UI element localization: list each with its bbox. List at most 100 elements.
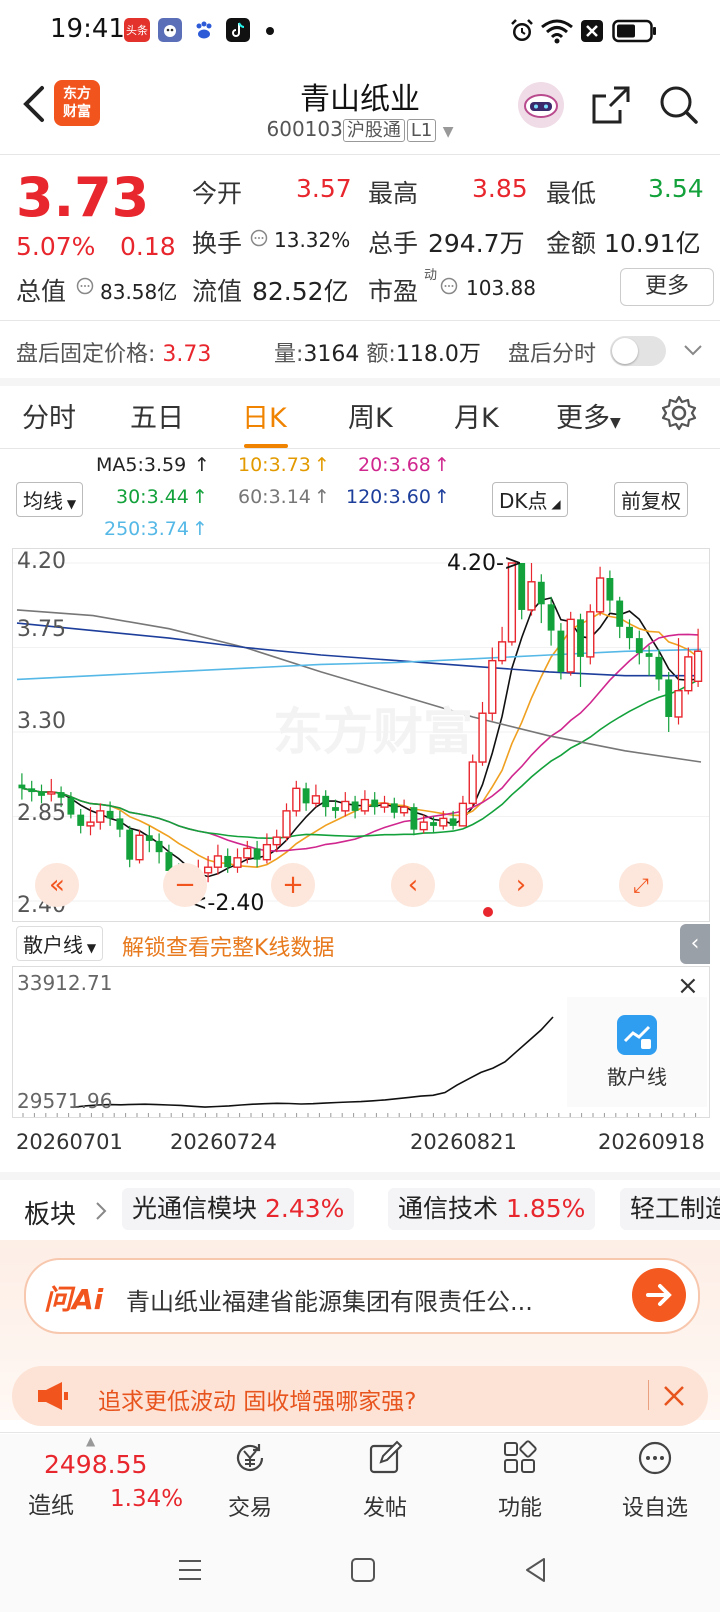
adjust-button[interactable]: 前复权 [614,482,688,517]
sector-pct: 2.43% [264,1194,345,1223]
turnover-label: 换手 [192,229,243,258]
ai-input-bar[interactable]: 问Ai 青山纸业福建省能源集团有限责任公... [24,1258,700,1334]
ai-robot-icon[interactable] [518,82,564,128]
tab-daily-k[interactable]: 日K [242,396,287,435]
ma120-line [16,622,701,677]
afterhours-toggle[interactable] [610,336,666,366]
y-tick-1: 3.75 [17,617,66,642]
system-menu-icon[interactable] [176,1556,204,1584]
system-home-icon[interactable] [350,1556,376,1584]
info-dots-icon[interactable] [76,277,94,295]
close-icon[interactable] [662,1384,686,1408]
tab-five-day[interactable]: 五日 [130,396,184,435]
baidu-icon [192,18,216,42]
more-button[interactable]: 更多 [620,268,714,306]
tab-monthly-k[interactable]: 月K [454,396,499,435]
fullscreen-icon[interactable]: ⤢ [619,863,663,907]
y-tick-2: 3.30 [17,709,66,734]
kline-svg: 东方财富 [13,562,709,902]
sector-pct: 1.85% [505,1194,586,1223]
candle-body [586,611,595,658]
share-icon[interactable] [590,84,632,126]
candle-body [577,619,584,657]
current-price: 3.73 [16,166,150,229]
indicator-select-label: 均线 [23,489,63,513]
sector-name: 光通信模块 [132,1194,258,1223]
more-dots-icon [638,1441,672,1475]
unlock-kline-link[interactable]: 解锁查看完整K线数据 [122,930,334,962]
afterhours-vol: 3164 [303,342,360,367]
sub-y-tick-0: 33912.71 [17,971,113,995]
candle-body [527,581,536,611]
event-dot-icon[interactable] [483,907,493,917]
system-back-icon[interactable] [522,1556,550,1584]
info-dots-icon[interactable] [440,277,458,295]
tab-intraday[interactable]: 分时 [22,396,76,435]
search-icon[interactable] [658,84,700,126]
afterhours-amt: 118.0万 [395,342,481,367]
candle-body [390,803,398,813]
candle-body [292,787,301,812]
chevron-down-icon[interactable] [682,342,704,358]
candle-body [380,802,389,808]
ma120-arrow-icon: ↑ [434,486,450,508]
step-right-icon[interactable]: › [499,863,543,907]
stock-code: 600103 [266,117,343,141]
retail-line-select-label: 散户线 [23,933,83,957]
sector-item[interactable]: 通信技术 1.85% [388,1188,596,1230]
ma120-label: 120:3.60 [346,486,431,508]
mktcap-label: 总值 [16,277,67,306]
x-label-2: 20260821 [410,1130,517,1154]
candle-body [419,821,428,831]
zoom-in-icon[interactable]: + [271,863,315,907]
candle-body [626,626,633,639]
alarm-icon [511,19,533,41]
quote-divider [0,320,720,321]
afterhours-price: 3.73 [162,342,212,367]
low-value: 3.54 [648,174,704,203]
candle-body [341,800,350,812]
index-name[interactable]: 造纸 [28,1486,74,1520]
y-tick-0: 4.20 [17,549,66,574]
close-icon[interactable]: × [677,971,699,1001]
ma60-label: 60:3.14 [238,486,311,508]
nav-trade[interactable]: 交易 [195,1440,305,1522]
sector-item[interactable]: 光通信模块 2.43% [122,1188,355,1230]
candle-body [547,604,555,631]
candle-body [213,855,223,868]
cat-app-icon [158,18,182,42]
retail-line-select[interactable]: 散户线 ▼ [16,926,104,961]
nav-functions[interactable]: 功能 [465,1440,575,1522]
max-annotation: 4.20-> [447,551,523,576]
megaphone-icon [38,1382,68,1410]
kline-chart[interactable]: 东方财富 4.20 3.75 3.30 2.85 2.40 4.20-> <-2… [12,548,710,922]
step-left-icon[interactable]: ‹ [391,863,435,907]
sector-item[interactable]: 轻工制造 [620,1188,720,1230]
scroll-left-fast-icon[interactable]: « [35,863,79,907]
toutiao-icon: 头条 [124,18,150,42]
settings-gear-icon[interactable] [660,394,698,432]
index-value[interactable]: 2498.55 [44,1450,147,1479]
nav-post[interactable]: 发帖 [330,1440,440,1522]
sector-label: 板块 [24,1200,77,1230]
retail-line-chart[interactable]: 33912.71 29571.96 散户线 × [12,966,710,1118]
tab-weekly-k[interactable]: 周K [348,396,393,435]
candle-body [332,807,339,811]
chevron-right-icon[interactable] [94,1200,108,1222]
index-pct[interactable]: 1.34% [110,1486,183,1512]
info-dots-icon[interactable] [250,229,268,247]
retail-line-promo[interactable]: 散户线 [567,997,707,1107]
candle-body [616,600,624,627]
retail-line-chart-icon [617,1015,657,1055]
dk-point-button[interactable]: DK点 ◢ [492,482,568,517]
select-triangle-icon: ▼ [83,941,97,955]
ma20-arrow-icon: ↑ [434,454,450,476]
tab-more[interactable]: 更多▼ [556,396,621,435]
indicator-select[interactable]: 均线 ▼ [16,482,84,517]
ai-send-arrow-icon[interactable] [632,1268,686,1322]
promo-banner[interactable]: 追求更低波动 固收增强哪家强? [12,1366,708,1426]
ma10-arrow-icon: ↑ [314,454,330,476]
zoom-out-icon[interactable]: − [163,863,207,907]
collapse-side-icon[interactable]: ‹ [680,924,710,964]
nav-add-watchlist[interactable]: 设自选 [600,1440,710,1522]
